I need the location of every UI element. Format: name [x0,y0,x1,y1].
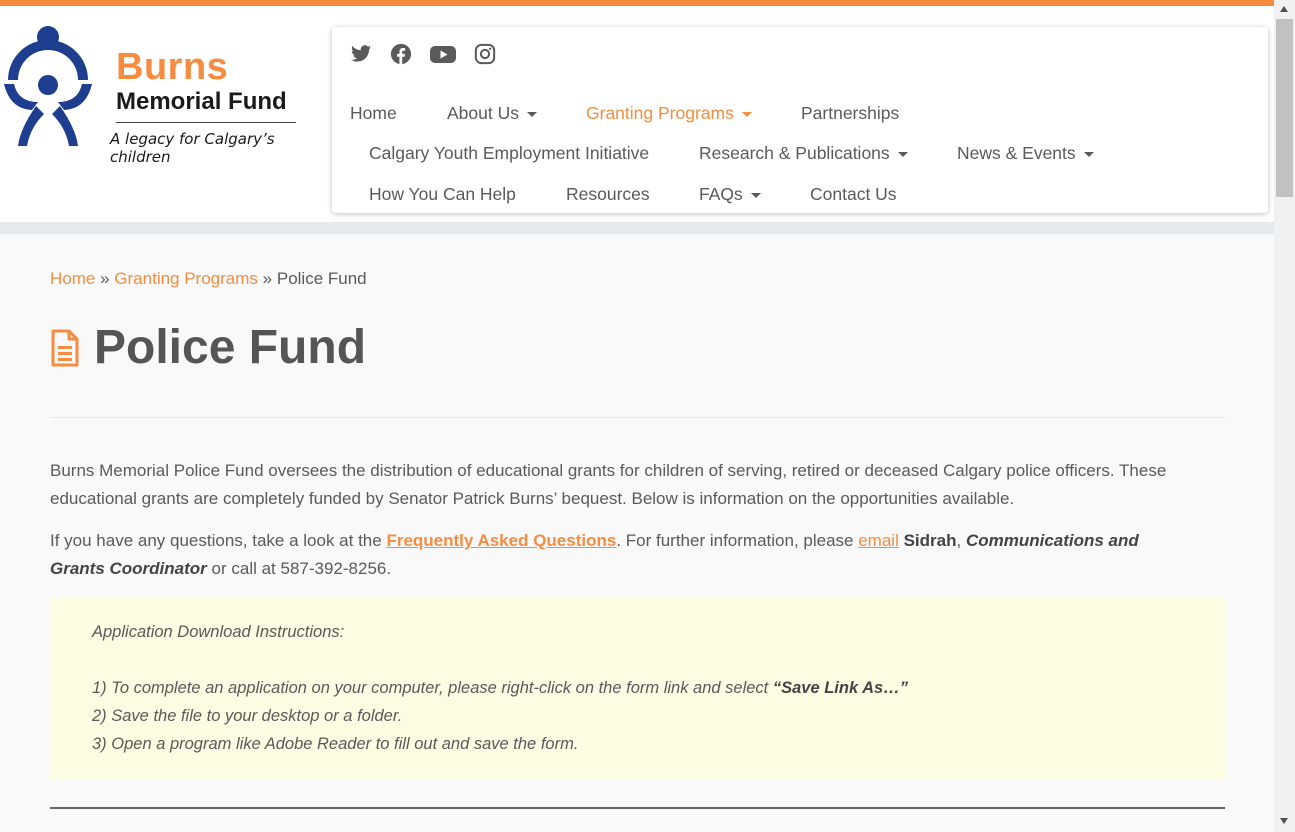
nav-granting-label: Granting Programs [586,103,734,123]
breadcrumb-granting-programs[interactable]: Granting Programs [114,269,258,288]
contact-text: If you have any questions, take a look a… [50,531,387,550]
instruction-step-text: 1) To complete an application on your co… [92,679,773,697]
nav-home-label: Home [350,103,397,123]
chevron-down-icon [897,151,908,157]
nav-partnerships-label: Partnerships [801,103,900,123]
instruction-step: 1) To complete an application on your co… [92,679,908,698]
instruction-step: 2) Save the file to your desktop or a fo… [92,707,403,725]
vertical-scrollbar[interactable] [1274,0,1295,832]
scrollbar-thumb[interactable] [1276,19,1293,197]
contact-paragraph: If you have any questions, take a look a… [50,527,1225,583]
chevron-down-icon [1083,151,1094,157]
site-logo[interactable]: Burns Memorial Fund A legacy for Calgary… [0,24,320,166]
section-divider [50,807,1225,809]
title-divider [50,417,1225,418]
application-instructions-box: Application Download Instructions: 1) To… [50,598,1225,780]
logo-title: Burns [116,46,229,88]
twitter-icon[interactable] [350,43,372,65]
nav-cyei-label: Calgary Youth Employment Initiative [369,143,650,163]
contact-name: Sidrah [903,531,957,550]
scroll-down-arrow-icon[interactable] [1280,818,1288,824]
nav-research[interactable]: Research & Publications [699,143,908,164]
instructions-heading: Application Download Instructions: [92,623,345,641]
nav-about-label: About Us [447,103,519,123]
nav-contact[interactable]: Contact Us [810,184,897,205]
nav-granting-programs[interactable]: Granting Programs [586,103,752,124]
email-link[interactable]: email [858,531,899,550]
logo-divider [116,122,296,123]
chevron-down-icon [526,111,537,117]
nav-research-label: Research & Publications [699,143,890,163]
logo-figure-icon [4,26,92,146]
document-icon [51,329,79,366]
contact-role: Grants Coordinator [50,559,207,578]
nav-news-label: News & Events [957,143,1076,163]
nav-faqs-label: FAQs [699,184,743,204]
scroll-up-arrow-icon[interactable] [1280,6,1288,12]
breadcrumb-home[interactable]: Home [50,269,95,288]
nav-how-you-can-help[interactable]: How You Can Help [369,184,516,205]
contact-role: Communications and [965,531,1139,550]
page-title: Police Fund [94,321,367,374]
main-navigation: Home About Us Granting Programs Partners… [332,27,1268,213]
instruction-step-emphasis: “Save Link As…” [772,679,908,697]
page-header: Police Fund [50,320,366,375]
intro-paragraph: Burns Memorial Police Fund oversees the … [50,457,1225,513]
nav-help-label: How You Can Help [369,184,516,204]
nav-home[interactable]: Home [350,103,397,124]
nav-resources-label: Resources [566,184,650,204]
nav-cyei[interactable]: Calgary Youth Employment Initiative [369,143,649,164]
contact-phone-text: or call at 587-392-8256. [206,559,392,578]
breadcrumb-separator: » [262,269,273,288]
header-divider-band [0,222,1274,234]
breadcrumb-current: Police Fund [276,269,367,288]
intro-line: educational grants are completely funded… [50,489,1015,508]
intro-line: Burns Memorial Police Fund oversees the … [50,461,1167,480]
social-links [350,43,496,65]
nav-news-events[interactable]: News & Events [957,143,1094,164]
faq-link[interactable]: Frequently Asked Questions [386,531,616,550]
chevron-down-icon [750,192,761,198]
nav-faqs[interactable]: FAQs [699,184,761,205]
facebook-icon[interactable] [390,43,412,65]
youtube-icon[interactable] [430,43,456,65]
nav-resources[interactable]: Resources [566,184,650,205]
chevron-down-icon [741,111,752,117]
logo-subtitle: Memorial Fund [116,88,287,115]
logo-tagline: A legacy for Calgary’s children [110,130,275,166]
contact-text: . For further information, please [616,531,859,550]
nav-about[interactable]: About Us [447,103,537,124]
instagram-icon[interactable] [474,43,496,65]
breadcrumb-separator: » [100,269,110,288]
contact-text: , [956,531,966,550]
nav-partnerships[interactable]: Partnerships [801,103,899,124]
breadcrumb: Home » Granting Programs » Police Fund [50,269,367,289]
instruction-step: 3) Open a program like Adobe Reader to f… [92,735,579,753]
site-header: Burns Memorial Fund A legacy for Calgary… [0,6,1274,222]
nav-contact-label: Contact Us [810,184,897,204]
